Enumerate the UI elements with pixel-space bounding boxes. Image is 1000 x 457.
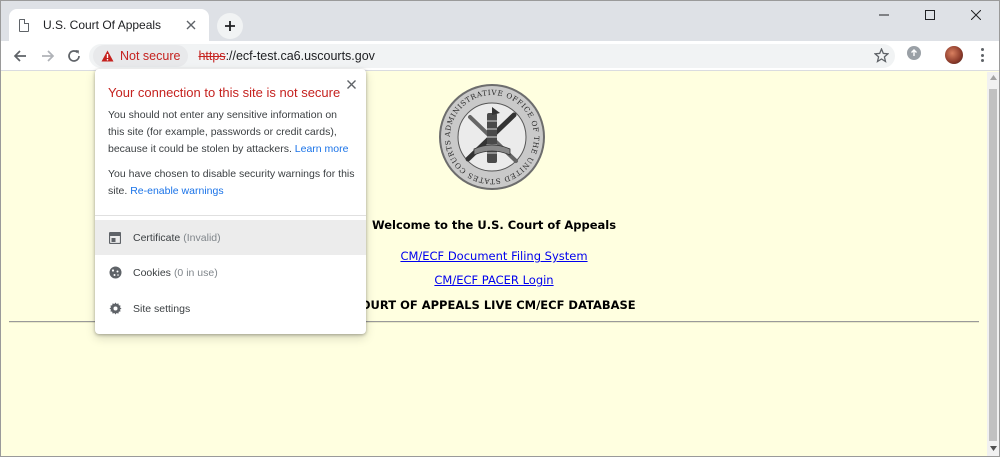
minimize-icon [879, 14, 889, 16]
browser-toolbar: Not secure https://ecf-test.ca6.uscourts… [1, 41, 999, 71]
maximize-button[interactable] [907, 1, 953, 29]
tab-title: U.S. Court Of Appeals [43, 18, 162, 32]
profile-avatar[interactable] [945, 46, 963, 64]
site-settings-item[interactable]: Site settings [95, 291, 366, 326]
plus-icon [225, 21, 235, 31]
minimize-button[interactable] [861, 1, 907, 29]
pacer-login-link[interactable]: CM/ECF PACER Login [434, 273, 553, 287]
cookies-label: Cookies [133, 266, 171, 279]
tab-close-icon[interactable] [183, 17, 199, 33]
arrow-left-icon [13, 50, 26, 62]
window-controls [861, 1, 999, 29]
cookie-icon [108, 266, 122, 280]
tab-strip: U.S. Court Of Appeals [1, 1, 999, 41]
scroll-up-arrow-icon[interactable] [987, 75, 999, 85]
certificate-label: Certificate [133, 231, 181, 244]
popup-title: Your connection to this site is not secu… [108, 85, 341, 100]
learn-more-link[interactable]: Learn more [295, 143, 349, 155]
browser-window: U.S. Court Of Appeals Not secure https:/… [0, 0, 1000, 457]
scrollbar-thumb[interactable] [989, 89, 997, 441]
re-enable-warnings-link[interactable]: Re-enable warnings [130, 185, 223, 197]
bookmark-star-icon[interactable] [873, 47, 890, 68]
maximize-icon [925, 10, 935, 20]
court-seal-logo: ADMINISTRATIVE OFFICE OF THE UNITED STAT… [439, 84, 545, 190]
url-scheme: https [198, 49, 226, 63]
vertical-scrollbar[interactable] [987, 72, 999, 456]
warning-triangle-icon [101, 50, 114, 62]
back-button[interactable] [9, 45, 31, 67]
certificate-icon [108, 231, 122, 245]
reload-button[interactable] [63, 45, 85, 67]
forward-button[interactable] [37, 45, 59, 67]
close-icon [971, 10, 981, 20]
security-indicator-button[interactable]: Not secure [93, 45, 189, 67]
popup-divider [95, 215, 366, 216]
certificate-status: (Invalid) [183, 231, 221, 244]
site-info-popup: Your connection to this site is not secu… [95, 69, 366, 334]
address-bar[interactable]: Not secure https://ecf-test.ca6.uscourts… [89, 44, 895, 68]
not-secure-label: Not secure [120, 49, 181, 63]
browser-tab[interactable]: U.S. Court Of Appeals [9, 9, 209, 41]
reload-icon [68, 50, 80, 62]
cookies-item[interactable]: Cookies (0 in use) [95, 255, 366, 290]
cookies-count: (0 in use) [173, 266, 218, 279]
popup-close-icon[interactable] [344, 77, 358, 91]
gear-icon [108, 302, 122, 316]
new-tab-button[interactable] [217, 13, 243, 39]
sensitive-info-warning: You should not enter any sensitive infor… [108, 107, 356, 158]
certificate-item[interactable]: Certificate (Invalid) [95, 220, 366, 255]
browser-menu-icon[interactable] [975, 46, 989, 64]
document-filing-link[interactable]: CM/ECF Document Filing System [400, 249, 587, 263]
url-host: ://ecf-test.ca6.uscourts.gov [225, 49, 375, 63]
document-icon [19, 18, 29, 32]
scroll-down-arrow-icon[interactable] [987, 446, 999, 456]
close-window-button[interactable] [953, 1, 999, 29]
arrow-right-icon [42, 50, 55, 62]
extension-icon[interactable] [907, 46, 921, 60]
url-text[interactable]: https://ecf-test.ca6.uscourts.gov [198, 49, 374, 63]
disabled-warnings-note: You have chosen to disable security warn… [108, 166, 356, 200]
site-settings-label: Site settings [133, 302, 191, 315]
